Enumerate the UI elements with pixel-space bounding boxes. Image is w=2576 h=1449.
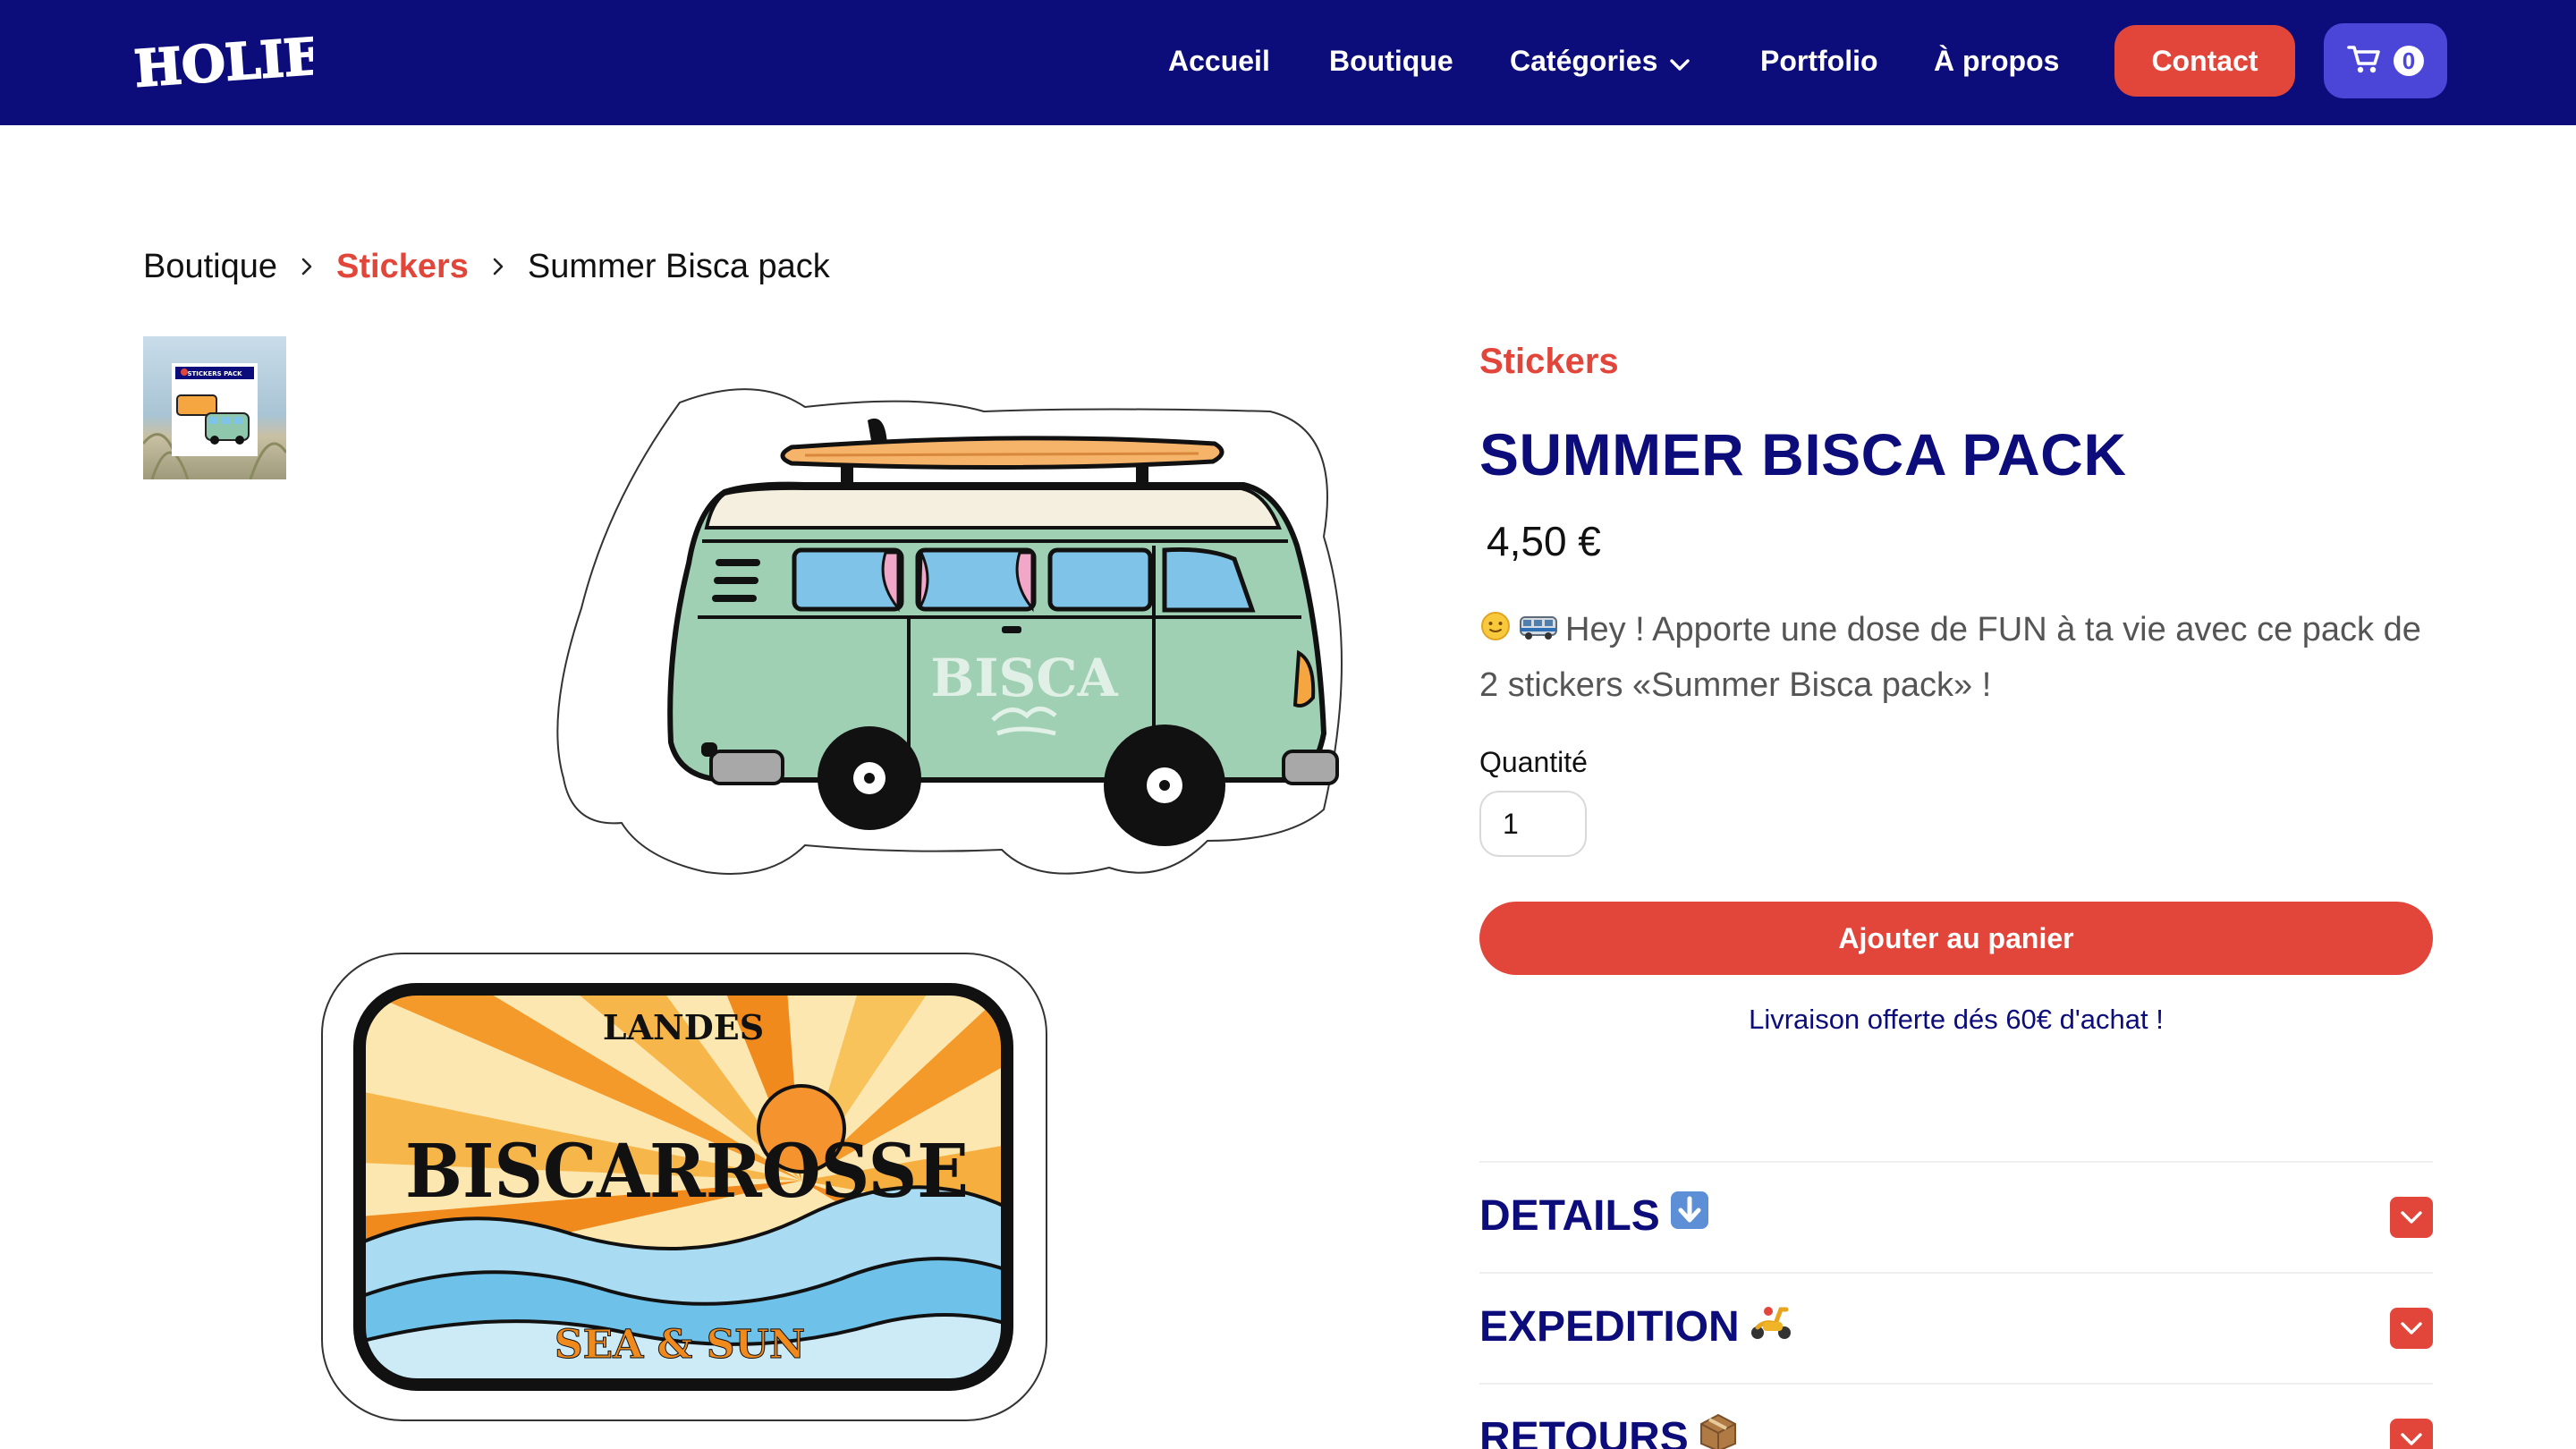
product-main-image[interactable]: BISCA LANDES BISCARROSSE SEA & SUN (304, 358, 1360, 1449)
product-category-link[interactable]: Stickers (1479, 342, 1619, 382)
svg-text:STICKERS PACK: STICKERS PACK (187, 370, 242, 377)
svg-text:HOLIE: HOLIE (132, 27, 313, 97)
breadcrumb-boutique[interactable]: Boutique (143, 248, 277, 286)
product-thumbnail[interactable]: STICKERS PACK (143, 336, 286, 479)
accordion-retours-title: RETOURS (1479, 1411, 1739, 1449)
accordion-details-label: DETAILS (1479, 1191, 1660, 1240)
down-arrow-emoji-icon (1669, 1190, 1710, 1241)
sun-face-emoji-icon (1479, 605, 1512, 658)
product-description-text: Hey ! Apporte une dose de FUN à ta vie a… (1479, 611, 2421, 704)
accordion-expedition-title: EXPEDITION (1479, 1301, 1793, 1352)
holie-logo[interactable]: HOLIE (125, 25, 325, 99)
van-emoji-icon (1519, 605, 1558, 658)
nav-boutique[interactable]: Boutique (1329, 43, 1453, 79)
chevron-down-icon (1670, 44, 1690, 80)
chevron-down-icon[interactable] (2390, 1419, 2433, 1449)
product-price: 4,50 € (1487, 518, 1601, 564)
product-title: SUMMER BISCA PACK (1479, 421, 2127, 487)
chevron-right-icon (301, 257, 313, 276)
breadcrumb: Boutique Stickers Summer Bisca pack (143, 242, 830, 292)
nav-categories-label: Catégories (1510, 45, 1658, 77)
free-shipping-note: Livraison offerte dés 60€ d'achat ! (1749, 1004, 2164, 1035)
package-emoji-icon (1698, 1411, 1739, 1449)
accordion-details-title: DETAILS (1479, 1190, 1710, 1241)
site-header: HOLIE Accueil Boutique Catégories Portfo… (0, 0, 2576, 125)
chevron-right-icon (492, 257, 504, 276)
van-sticker: BISCA (556, 388, 1343, 875)
accordion-expedition[interactable]: EXPEDITION (1479, 1274, 2433, 1381)
cart-count-badge: 0 (2394, 46, 2424, 76)
accordion-retours-label: RETOURS (1479, 1413, 1689, 1449)
svg-text:BISCARROSSE: BISCARROSSE (405, 1129, 969, 1215)
scooter-emoji-icon (1749, 1301, 1793, 1352)
chevron-down-icon[interactable] (2390, 1197, 2433, 1238)
svg-text:BISCA: BISCA (930, 648, 1118, 708)
cart-button[interactable]: 0 (2324, 23, 2447, 98)
quantity-label: Quantité (1479, 746, 1588, 778)
breadcrumb-current: Summer Bisca pack (527, 247, 830, 285)
svg-text:SEA & SUN: SEA & SUN (555, 1322, 805, 1368)
svg-text:LANDES: LANDES (603, 1007, 764, 1047)
nav-portfolio[interactable]: Portfolio (1760, 43, 1878, 79)
nav-accueil[interactable]: Accueil (1168, 43, 1270, 79)
breadcrumb-stickers[interactable]: Stickers (336, 248, 469, 286)
nav-categories[interactable]: Catégories (1510, 43, 1690, 80)
accordion-details[interactable]: DETAILS (1479, 1163, 2433, 1270)
nav-a-propos[interactable]: À propos (1934, 43, 2059, 79)
accordion-expedition-label: EXPEDITION (1479, 1302, 1740, 1351)
biscarrosse-sticker: LANDES BISCARROSSE SEA & SUN (321, 953, 1047, 1421)
contact-button[interactable]: Contact (2114, 25, 2295, 97)
chevron-down-icon[interactable] (2390, 1308, 2433, 1349)
add-to-cart-button[interactable]: Ajouter au panier (1479, 902, 2433, 975)
quantity-input[interactable] (1479, 791, 1587, 857)
accordion-retours[interactable]: RETOURS (1479, 1385, 2433, 1449)
product-description: Hey ! Apporte une dose de FUN à ta vie a… (1479, 603, 2445, 712)
cart-icon (2347, 44, 2381, 79)
